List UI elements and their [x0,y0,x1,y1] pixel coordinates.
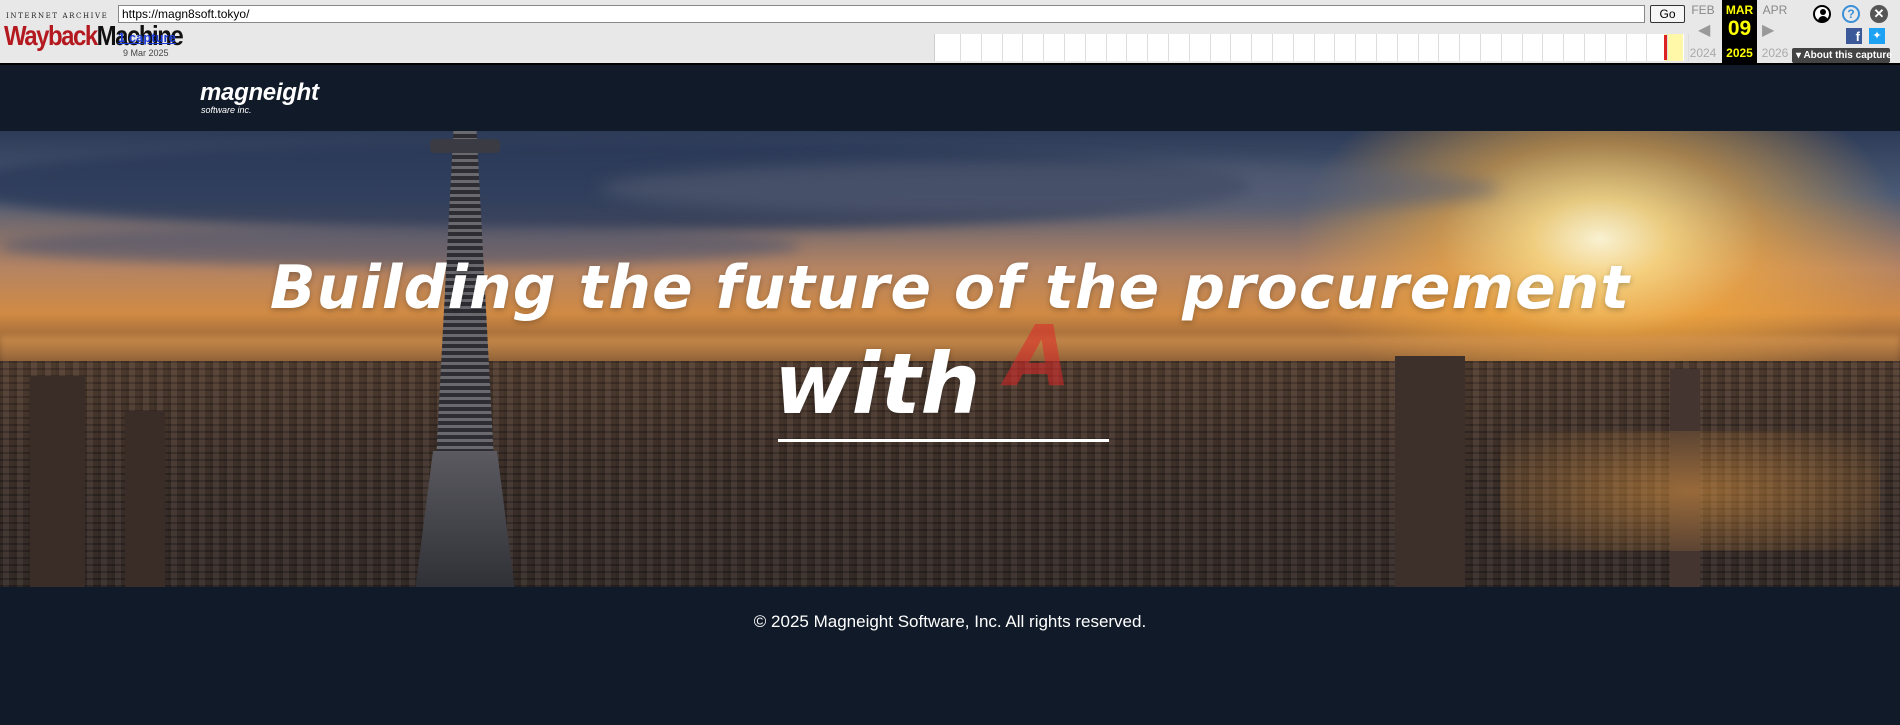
site-header: magneight software inc. [0,65,1900,131]
sparkline-month-divider [1334,34,1336,61]
wayback-logo[interactable]: INTERNET ARCHIVE WaybackMachine [4,8,184,53]
wordmark-wayback: Wayback [4,21,98,53]
sparkline-month-divider [1001,34,1003,61]
captures-link[interactable]: 1 capture [118,30,176,45]
sparkline-month-divider [1459,34,1461,61]
site-logo-tagline: software inc. [201,105,252,115]
current-year: 2025 [1726,46,1753,60]
capture-sparkline[interactable] [934,34,1689,61]
hero-building [125,411,165,587]
internet-archive-label: INTERNET ARCHIVE [6,12,109,20]
sparkline-month-divider [1022,34,1024,61]
sparkline-month-divider [1438,34,1440,61]
sparkline-month-divider [1625,34,1627,61]
about-capture-label: About this capture [1803,50,1892,61]
hero-underline [778,439,1109,442]
sparkline-month-divider [1272,34,1273,61]
hero-cloud [600,161,1500,216]
sparkline-month-divider [1604,34,1606,61]
sparkline-month-divider [1563,34,1565,61]
prev-arrow-icon[interactable]: ◀ [1698,20,1710,40]
capture-date: 9 Mar 2025 [123,48,169,58]
sparkline-month-divider [1084,34,1086,61]
hero-river-glow [1500,431,1880,551]
sparkline-month-divider [1251,34,1253,61]
hero-building [1395,356,1465,587]
prev-month-label[interactable]: FEB [1686,3,1720,17]
user-icon[interactable] [1813,5,1831,23]
hero-building [30,376,85,587]
twitter-icon[interactable]: ✦ [1869,28,1885,44]
go-button[interactable]: Go [1650,5,1685,23]
next-month-label[interactable]: APR [1758,3,1792,17]
sparkline-month-divider [1147,34,1149,61]
sparkline-month-divider [1105,34,1107,61]
sparkline-month-divider [1417,34,1419,61]
wayback-url-input[interactable]: https://magn8soft.tokyo/ [118,5,1645,23]
sparkline-month-divider [1355,34,1357,61]
site-logo-name[interactable]: magneight [200,79,319,107]
about-capture-button[interactable]: ▾ About this capture [1792,48,1892,63]
current-day: 09 [1727,17,1752,40]
sparkline-month-divider [960,34,961,61]
hero-typed-character: A [1006,307,1072,405]
sparkline-month-divider [1313,34,1315,61]
help-icon[interactable]: ? [1842,5,1860,23]
next-arrow-icon[interactable]: ▶ [1762,20,1774,40]
sparkline-month-divider [1542,34,1544,61]
hero-headline: Building the future of the procurement [269,253,1631,323]
site-footer: © 2025 Magneight Software, Inc. All righ… [0,587,1900,725]
hero-banner: Building the future of the procurement w… [0,131,1900,587]
sparkline-month-divider [1376,34,1377,61]
sparkline-month-divider [980,34,982,61]
prev-year-label[interactable]: 2024 [1686,46,1720,60]
sparkline-month-divider [1126,34,1128,61]
sparkline-month-divider [1584,34,1585,61]
sparkline-month-divider [1646,34,1648,61]
sparkline-month-divider [1043,34,1045,61]
close-icon[interactable]: ✕ [1870,5,1888,23]
wayback-toolbar: INTERNET ARCHIVE WaybackMachine https://… [0,0,1900,65]
tower-observation-deck [430,139,500,153]
current-month: MAR [1725,3,1754,17]
next-year-label[interactable]: 2026 [1758,46,1792,60]
sparkline-month-divider [1667,34,1669,61]
sparkline-month-divider [1230,34,1232,61]
sparkline-month-divider [1396,34,1398,61]
footer-copyright: © 2025 Magneight Software, Inc. All righ… [753,612,1147,631]
sparkline-month-divider [1480,34,1481,61]
sparkline-month-divider [1064,34,1065,61]
facebook-icon[interactable]: f [1846,28,1862,44]
sparkline-month-divider [1292,34,1294,61]
sparkline-month-divider [1188,34,1190,61]
hero-with-word: with [774,335,981,433]
sparkline-month-divider [1500,34,1502,61]
sparkline-month-divider [1168,34,1169,61]
current-capture-date: MAR 09 2025 [1722,0,1757,64]
sparkline-month-divider [1521,34,1523,61]
sparkline-month-divider [1209,34,1211,61]
